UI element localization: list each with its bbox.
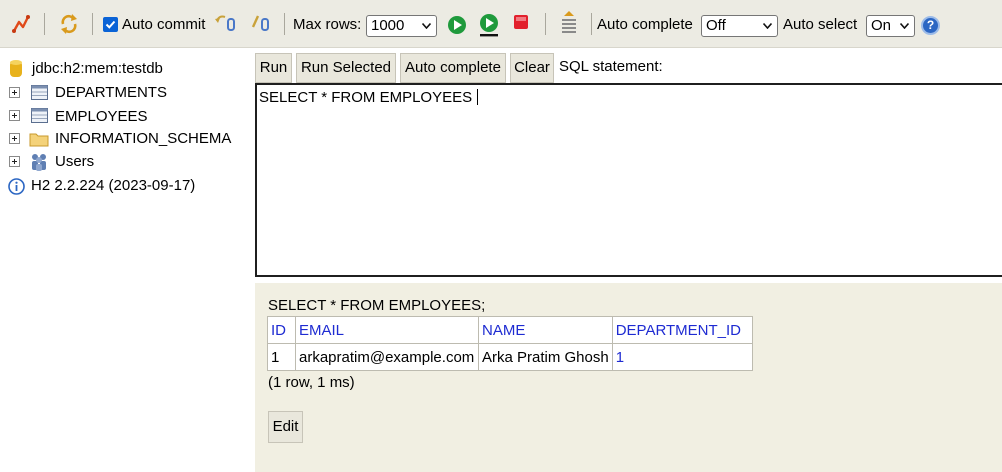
disconnect-icon[interactable]	[10, 13, 32, 35]
sql-statement-label: SQL statement:	[559, 58, 663, 75]
history-icon[interactable]	[560, 10, 578, 36]
edit-button[interactable]: Edit	[268, 411, 303, 443]
tree-item-users[interactable]: Users	[55, 153, 94, 170]
table-row: 1 arkapratim@example.com Arka Pratim Gho…	[267, 343, 753, 371]
max-rows-select[interactable]: 1000	[366, 15, 437, 37]
column-header-name[interactable]: NAME	[478, 316, 613, 344]
commit-icon[interactable]	[250, 13, 272, 33]
chevron-down-icon	[763, 23, 772, 29]
expand-employees-toggle[interactable]	[9, 110, 20, 121]
auto-commit-label: Auto commit	[122, 16, 206, 33]
expand-departments-toggle[interactable]	[9, 87, 20, 98]
auto-complete-value: Off	[706, 17, 726, 34]
cell-email: arkapratim@example.com	[295, 343, 479, 371]
results-table: ID EMAIL NAME DEPARTMENT_ID 1 arkapratim…	[267, 316, 753, 371]
cell-id: 1	[267, 343, 296, 371]
max-rows-value: 1000	[371, 17, 405, 34]
auto-complete-button[interactable]: Auto complete	[400, 53, 506, 83]
auto-select-value: On	[871, 17, 892, 34]
toolbar-separator	[545, 13, 546, 35]
clear-button[interactable]: Clear	[510, 53, 554, 83]
column-header-email[interactable]: EMAIL	[295, 316, 479, 344]
toolbar-separator	[284, 13, 285, 35]
toolbar-separator	[92, 13, 93, 35]
rollback-icon[interactable]	[214, 13, 236, 33]
auto-complete-select[interactable]: Off	[701, 15, 778, 37]
tree-item-departments[interactable]: DEPARTMENTS	[55, 84, 167, 101]
sql-text: SELECT * FROM EMPLOYEES	[259, 89, 473, 106]
auto-select-label: Auto select	[783, 16, 858, 33]
expand-users-toggle[interactable]	[9, 156, 20, 167]
column-header-id[interactable]: ID	[267, 316, 296, 344]
run-icon[interactable]	[447, 15, 467, 35]
toolbar-separator	[44, 13, 45, 35]
text-caret	[477, 89, 479, 105]
refresh-icon[interactable]	[58, 12, 80, 36]
table-header-row: ID EMAIL NAME DEPARTMENT_ID	[267, 316, 753, 344]
database-icon	[10, 60, 22, 77]
help-icon[interactable]: ?	[921, 16, 940, 35]
expand-information-schema-toggle[interactable]	[9, 133, 20, 144]
max-rows-label: Max rows:	[293, 16, 362, 33]
sql-editor[interactable]: SELECT * FROM EMPLOYEES	[255, 83, 1002, 277]
info-icon	[8, 178, 25, 195]
run-selected-icon[interactable]	[478, 13, 500, 37]
version-info: H2 2.2.224 (2023-09-17)	[31, 177, 196, 194]
chevron-down-icon	[422, 23, 431, 29]
run-selected-button[interactable]: Run Selected	[296, 53, 396, 83]
folder-icon	[29, 133, 49, 147]
table-icon	[31, 85, 48, 100]
result-query-text: SELECT * FROM EMPLOYEES;	[268, 297, 486, 314]
auto-complete-label: Auto complete	[597, 16, 693, 33]
tree-item-employees[interactable]: EMPLOYEES	[55, 108, 148, 125]
table-icon	[31, 108, 48, 123]
connection-url: jdbc:h2:mem:testdb	[32, 60, 163, 77]
stop-icon[interactable]	[513, 14, 529, 30]
cell-department-id: 1	[611, 343, 753, 371]
users-icon	[32, 154, 46, 171]
column-header-department-id[interactable]: DEPARTMENT_ID	[611, 316, 753, 344]
chevron-down-icon	[900, 23, 909, 29]
tree-item-information-schema[interactable]: INFORMATION_SCHEMA	[55, 130, 231, 147]
cell-name: Arka Pratim Ghosh	[478, 343, 613, 371]
toolbar-separator	[591, 13, 592, 35]
auto-select-select[interactable]: On	[866, 15, 915, 37]
run-button[interactable]: Run	[255, 53, 292, 83]
row-count: (1 row, 1 ms)	[268, 374, 355, 391]
auto-commit-checkbox[interactable]	[103, 17, 118, 32]
